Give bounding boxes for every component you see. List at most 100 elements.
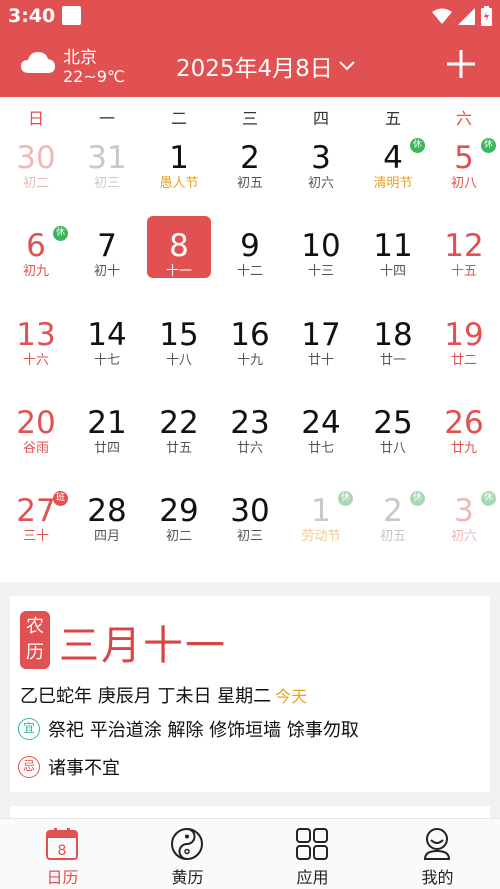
signal-icon bbox=[458, 7, 475, 25]
day-number: 16 bbox=[230, 317, 270, 353]
day-cell[interactable]: 7 初十 bbox=[75, 228, 139, 290]
day-cell[interactable]: 1 劳动节休 bbox=[289, 491, 353, 555]
day-cell[interactable]: 16 十九 bbox=[218, 317, 282, 379]
ji-row: 忌 诸事不宜 bbox=[18, 754, 120, 780]
chevron-down-icon bbox=[339, 61, 355, 71]
day-cell[interactable]: 18 廿一 bbox=[361, 317, 425, 379]
lunar-day: 十九 bbox=[236, 353, 263, 368]
calendar-icon-day: 8 bbox=[58, 843, 67, 859]
lunar-day: 初二 bbox=[22, 176, 49, 191]
day-number: 29 bbox=[159, 493, 199, 529]
calendar-icon: 8 bbox=[46, 828, 78, 860]
day-cell[interactable]: 1 愚人节 bbox=[147, 140, 211, 202]
weekday-0: 日 bbox=[27, 109, 44, 128]
day-cell[interactable]: 3 初六休 bbox=[432, 491, 496, 555]
day-number: 8 bbox=[169, 228, 189, 264]
nav-calendar[interactable]: 8 日历 bbox=[0, 819, 125, 889]
lunar-day: 廿二 bbox=[450, 353, 477, 368]
weekday-3: 三 bbox=[241, 109, 258, 128]
status-time: 3:40 bbox=[8, 5, 56, 27]
ji-text: 诸事不宜 bbox=[48, 758, 120, 779]
day-number: 11 bbox=[373, 228, 413, 264]
day-cell[interactable]: 26 廿九 bbox=[432, 405, 496, 467]
day-cell[interactable]: 3 初六 bbox=[289, 140, 353, 202]
today-label[interactable]: 今天 bbox=[275, 687, 307, 706]
battery-icon bbox=[481, 6, 492, 26]
day-number: 15 bbox=[159, 317, 199, 353]
day-number: 1 bbox=[169, 140, 189, 176]
weekday-5: 五 bbox=[384, 109, 401, 128]
holiday-badge: 休 bbox=[53, 226, 68, 241]
lunar-day: 廿五 bbox=[165, 441, 192, 456]
holiday-badge: 休 bbox=[481, 138, 496, 153]
day-cell[interactable]: 27 三十班 bbox=[4, 491, 68, 555]
day-cell[interactable]: 5 初八休 bbox=[432, 138, 496, 202]
yi-text: 祭祀 平治道涂 解除 修饰垣墙 馀事勿取 bbox=[48, 720, 359, 741]
day-number: 23 bbox=[230, 405, 270, 441]
day-cell[interactable]: 24 廿七 bbox=[289, 405, 353, 467]
day-cell[interactable]: 13 十六 bbox=[4, 317, 68, 379]
bottom-nav: 8 日历 黄历 应用 我的 bbox=[0, 818, 500, 889]
day-number: 18 bbox=[373, 317, 413, 353]
ganzhi-text: 乙巳蛇年 庚辰月 丁未日 星期二 bbox=[20, 686, 272, 707]
lunar-day: 三十 bbox=[22, 529, 49, 544]
notification-icon bbox=[62, 6, 81, 25]
day-cell[interactable]: 9 十二 bbox=[218, 228, 282, 290]
day-cell[interactable]: 30 初二 bbox=[4, 140, 68, 202]
lunar-day: 劳动节 bbox=[301, 529, 341, 544]
day-cell[interactable]: 12 十五 bbox=[432, 228, 496, 290]
day-cell[interactable]: 11 十四 bbox=[361, 228, 425, 290]
holiday-badge: 休 bbox=[481, 491, 496, 506]
lunar-day: 愚人节 bbox=[159, 176, 199, 191]
day-number: 22 bbox=[159, 405, 199, 441]
day-cell[interactable]: 17 廿十 bbox=[289, 317, 353, 379]
day-cell[interactable]: 29 初二 bbox=[147, 493, 211, 555]
day-cell[interactable]: 21 廿四 bbox=[75, 405, 139, 467]
nav-me-label: 我的 bbox=[421, 868, 454, 887]
day-number: 17 bbox=[301, 317, 341, 353]
day-cell[interactable]: 10 十三 bbox=[289, 228, 353, 290]
holiday-badge: 休 bbox=[410, 491, 425, 506]
add-icon[interactable] bbox=[444, 47, 478, 81]
lunar-day: 廿六 bbox=[236, 441, 263, 456]
city-name[interactable]: 北京 bbox=[63, 43, 97, 68]
status-bar: 3:40 bbox=[0, 0, 500, 33]
day-cell[interactable]: 30 初三 bbox=[218, 493, 282, 555]
almanac-card[interactable]: 农历 三月十一 乙巳蛇年 庚辰月 丁未日 星期二 今天 宜 祭祀 平治道涂 解除 … bbox=[10, 596, 490, 792]
day-cell[interactable]: 2 初五休 bbox=[361, 491, 425, 555]
lunar-day: 廿一 bbox=[379, 353, 406, 368]
day-cell[interactable]: 4 清明节休 bbox=[361, 138, 425, 202]
day-cell[interactable]: 8 十一 bbox=[147, 216, 211, 279]
app-header: 北京 22~9℃ 2025年4月8日 bbox=[0, 33, 500, 97]
day-cell[interactable]: 23 廿六 bbox=[218, 405, 282, 467]
day-cell[interactable]: 22 廿五 bbox=[147, 405, 211, 467]
day-number: 10 bbox=[301, 228, 341, 264]
nav-me[interactable]: 我的 bbox=[375, 819, 500, 889]
date-selector[interactable]: 2025年4月8日 bbox=[176, 49, 355, 83]
user-icon bbox=[423, 828, 451, 860]
month-calendar: 日一二三四五六 30 初二 31 初三 1 愚人节 2 初五 3 初六 4 清明节休 5 初八休 6 初九休 7… bbox=[0, 97, 500, 582]
day-cell[interactable]: 15 十八 bbox=[147, 317, 211, 379]
nav-almanac[interactable]: 黄历 bbox=[125, 819, 250, 889]
day-cell[interactable]: 20 谷雨 bbox=[4, 405, 68, 467]
day-cell[interactable]: 6 初九休 bbox=[4, 226, 68, 290]
lunar-day: 十四 bbox=[379, 264, 406, 279]
day-cell[interactable]: 31 初三 bbox=[75, 140, 139, 202]
day-number: 21 bbox=[87, 405, 127, 441]
day-cell[interactable]: 2 初五 bbox=[218, 140, 282, 202]
day-cell[interactable]: 14 十七 bbox=[75, 317, 139, 379]
lunar-day: 初三 bbox=[93, 176, 120, 191]
lunar-day: 初五 bbox=[379, 529, 406, 544]
lunar-day: 十一 bbox=[165, 264, 192, 279]
day-cell[interactable]: 28 四月 bbox=[75, 493, 139, 555]
nav-apps[interactable]: 应用 bbox=[250, 819, 375, 889]
day-cell[interactable]: 25 廿八 bbox=[361, 405, 425, 467]
yi-row: 宜 祭祀 平治道涂 解除 修饰垣墙 馀事勿取 bbox=[18, 716, 359, 742]
wifi-icon bbox=[432, 8, 452, 24]
ji-icon: 忌 bbox=[18, 756, 40, 778]
yi-icon: 宜 bbox=[18, 718, 40, 740]
nav-calendar-label: 日历 bbox=[46, 868, 79, 887]
lunar-day: 廿十 bbox=[307, 353, 334, 368]
lunar-day: 十五 bbox=[450, 264, 477, 279]
day-cell[interactable]: 19 廿二 bbox=[432, 317, 496, 379]
